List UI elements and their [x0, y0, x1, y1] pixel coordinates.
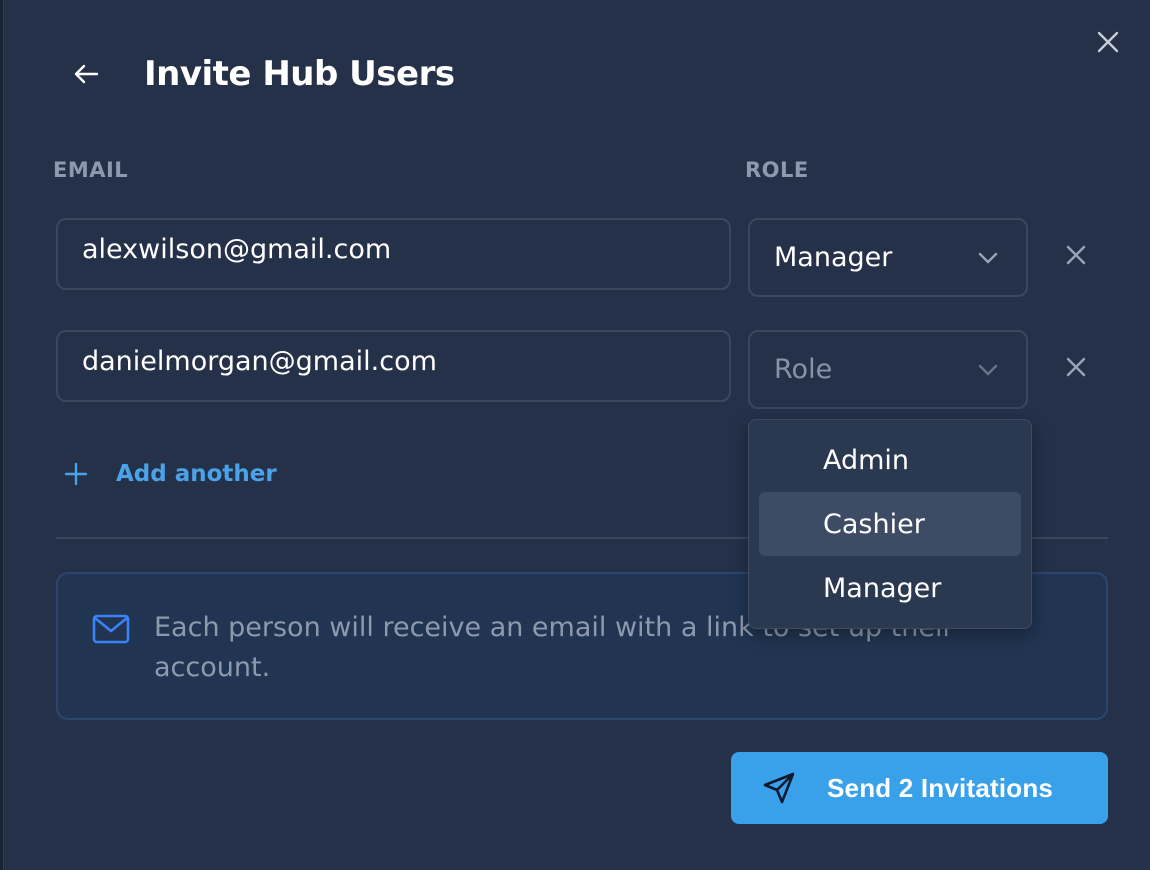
- role-select-2[interactable]: Role: [748, 330, 1028, 409]
- close-icon: [1097, 31, 1119, 53]
- send-button-label: Send 2 Invitations: [827, 773, 1054, 803]
- role-option-cashier[interactable]: Cashier: [759, 492, 1021, 556]
- page-title: Invite Hub Users: [144, 54, 455, 94]
- plus-icon: [64, 462, 88, 486]
- role-option-admin[interactable]: Admin: [759, 428, 1021, 492]
- mail-icon: [92, 614, 130, 644]
- role-select-1[interactable]: Manager: [748, 218, 1028, 297]
- remove-row-button-2[interactable]: [1058, 349, 1094, 385]
- role-select-placeholder: Role: [774, 354, 833, 385]
- email-column-label: EMAIL: [53, 158, 129, 182]
- send-invitations-button[interactable]: Send 2 Invitations: [731, 752, 1108, 824]
- x-icon: [1066, 245, 1086, 265]
- role-select-value: Manager: [774, 242, 893, 273]
- close-modal-button[interactable]: [1090, 24, 1126, 60]
- back-button[interactable]: [68, 56, 104, 92]
- add-another-button[interactable]: Add another: [64, 454, 277, 494]
- send-icon: [763, 772, 795, 804]
- email-field-2[interactable]: [56, 330, 731, 402]
- email-field-1[interactable]: [56, 218, 731, 290]
- role-dropdown-menu: Admin Cashier Manager: [748, 419, 1032, 629]
- remove-row-button-1[interactable]: [1058, 237, 1094, 273]
- arrow-left-icon: [74, 64, 99, 84]
- add-another-label: Add another: [116, 461, 277, 487]
- chevron-down-icon: [978, 252, 998, 263]
- x-icon: [1066, 357, 1086, 377]
- invite-modal: Invite Hub Users EMAIL ROLE Manager Role…: [3, 0, 1150, 870]
- role-column-label: ROLE: [745, 158, 809, 182]
- chevron-down-icon: [978, 364, 998, 375]
- role-option-manager[interactable]: Manager: [759, 556, 1021, 620]
